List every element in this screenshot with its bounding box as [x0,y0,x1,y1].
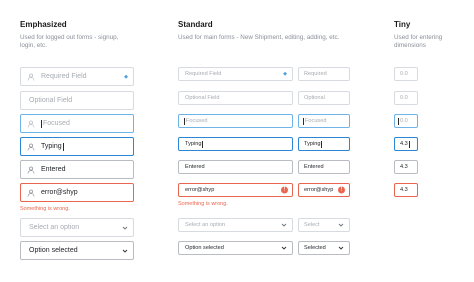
entered-value: 4.3 [400,164,408,170]
standard-title: Standard [178,20,213,29]
tiny-typing-field[interactable]: 4.3 [394,137,418,151]
select-selected-text: Selected [304,245,326,251]
required-indicator-icon: ◆ [124,73,128,80]
tiny-required-field[interactable]: 0.0 [394,67,418,81]
user-icon [27,143,35,150]
entered-value: Entered [185,164,205,170]
required-placeholder: Required Field [185,71,222,77]
emphasized-typing-field[interactable]: Typing [20,137,134,156]
entered-value: Entered [41,166,66,173]
standard-small-select-placeholder[interactable]: Select [298,218,350,232]
standard-desc-line1: Used for main forms - New Shipment, edit… [178,34,340,41]
tiny-title: Tiny [394,20,411,29]
emphasized-error-message: Something is wrong. [20,206,70,212]
standard-select-selected[interactable]: Option selected [178,241,293,255]
standard-required-field[interactable]: Required Field ◆ [178,67,293,81]
typing-value: 4.3 [400,141,408,147]
emphasized-title: Emphasized [20,20,67,29]
emphasized-select-selected[interactable]: Option selected [20,241,134,260]
optional-placeholder: 0.0 [400,95,408,101]
user-icon [27,120,35,127]
tiny-error-field[interactable]: 4.3 [394,183,418,197]
optional-placeholder: Optional Field [29,97,73,104]
focused-placeholder: Focused [186,118,208,124]
optional-placeholder: Optional [304,95,325,101]
select-selected-text: Option selected [29,247,78,254]
standard-small-focused-field[interactable]: Focused [298,114,350,128]
standard-entered-field[interactable]: Entered [178,160,293,174]
standard-small-required-field[interactable]: Required [298,67,350,81]
typing-value: Typing [304,141,321,147]
required-indicator-icon: ◆ [283,71,287,77]
tiny-description: Used for entering dimensions [394,34,442,50]
error-value: 4.3 [400,187,408,193]
user-icon [27,189,35,196]
error-value: error@shyp [185,187,215,193]
tiny-desc-line2: dimensions [394,42,426,49]
standard-error-message: Something is wrong. [178,201,228,207]
chevron-down-icon [338,223,344,227]
error-icon: ! [281,186,288,194]
typing-value: Typing [185,141,202,147]
standard-small-optional-field[interactable]: Optional [298,91,350,105]
text-cursor [398,117,399,125]
error-value: error@shyp [304,187,334,193]
standard-description: Used for main forms - New Shipment, edit… [178,34,339,42]
tiny-entered-field[interactable]: 4.3 [394,160,418,174]
chevron-down-icon [122,249,128,253]
chevron-down-icon [281,246,287,250]
text-cursor [41,119,42,128]
select-placeholder-text: Select [304,222,320,228]
text-cursor [321,140,323,148]
text-cursor [303,117,304,125]
text-cursor [202,140,204,148]
typing-value: Typing [41,143,62,150]
standard-typing-field[interactable]: Typing [178,137,293,151]
text-cursor [184,117,185,125]
emphasized-focused-field[interactable]: Focused [20,114,134,133]
focused-placeholder: Focused [305,118,327,124]
tiny-focused-field[interactable]: 0.0 [394,114,418,128]
select-selected-text: Option selected [185,245,224,251]
tiny-desc-line1: Used for entering [394,34,443,41]
chevron-down-icon [281,223,287,227]
standard-small-entered-field[interactable]: Entered [298,160,350,174]
emphasized-optional-field[interactable]: Optional Field [20,91,134,110]
emphasized-desc-line2: login, etc. [20,42,47,49]
user-icon [27,73,35,80]
emphasized-error-field[interactable]: error@shyp [20,183,134,202]
emphasized-entered-field[interactable]: Entered [20,160,134,179]
standard-error-field[interactable]: error@shyp ! [178,183,293,197]
text-cursor [408,140,410,148]
required-placeholder: 0.0 [400,71,408,77]
optional-placeholder: Optional Field [185,95,220,101]
chevron-down-icon [338,246,344,250]
standard-select-placeholder[interactable]: Select an option [178,218,293,232]
error-icon: ! [338,186,345,194]
entered-value: Entered [304,164,324,170]
required-placeholder: Required [304,71,327,77]
standard-small-typing-field[interactable]: Typing [298,137,350,151]
select-placeholder-text: Select an option [185,222,226,228]
standard-focused-field[interactable]: Focused [178,114,293,128]
standard-small-error-field[interactable]: error@shyp ! [298,183,350,197]
required-placeholder: Required Field [41,73,87,80]
error-value: error@shyp [41,189,78,196]
tiny-optional-field[interactable]: 0.0 [394,91,418,105]
emphasized-select-placeholder[interactable]: Select an option [20,218,134,237]
standard-small-select-selected[interactable]: Selected [298,241,350,255]
focused-placeholder: 0.0 [400,118,408,124]
chevron-down-icon [122,226,128,230]
emphasized-desc-line1: Used for logged out forms - signup, [20,34,119,41]
emphasized-required-field[interactable]: Required Field ◆ [20,67,134,86]
focused-placeholder: Focused [43,120,70,127]
text-cursor [62,142,64,151]
user-icon [27,166,35,173]
standard-optional-field[interactable]: Optional Field [178,91,293,105]
select-placeholder-text: Select an option [29,224,80,231]
emphasized-description: Used for logged out forms - signup, logi… [20,34,118,50]
